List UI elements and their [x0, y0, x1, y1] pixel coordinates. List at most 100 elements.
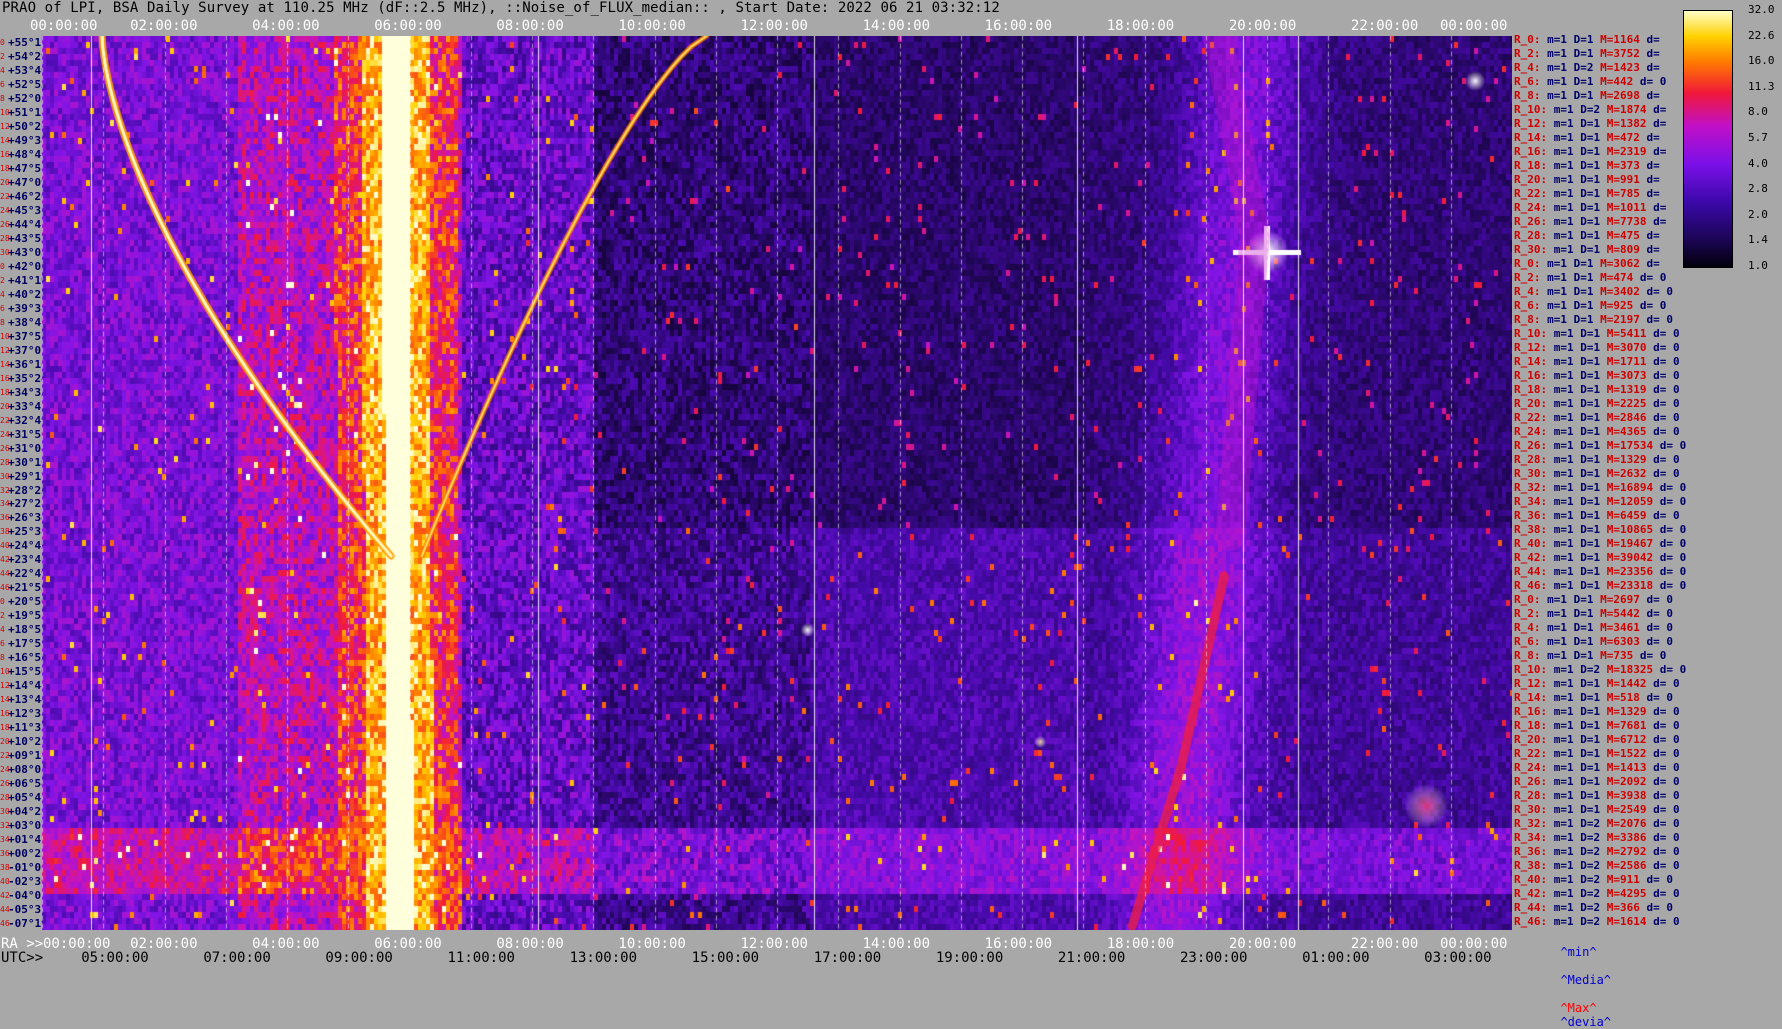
stats-M: M=373 [1606, 159, 1640, 172]
stats-dev: d= 0 [1653, 859, 1680, 872]
dec-index-label: 6 [0, 79, 5, 89]
stats-M: M=6712 [1606, 733, 1647, 746]
stats-d: D=2 [1580, 663, 1601, 676]
stats-m: m=1 [1553, 761, 1574, 774]
stats-M: M=2092 [1606, 775, 1647, 788]
stats-M: M=1164 [1600, 33, 1640, 46]
stats-M: M=4365 [1606, 425, 1647, 438]
stats-m: m=1 [1553, 859, 1574, 872]
colorbar-tick: 16.0 [1748, 54, 1775, 68]
colorbar-tick: 32.0 [1748, 3, 1775, 16]
footer-devia-label: ^devia^ [1560, 1015, 1612, 1029]
stats-row: R_2: m=1 D=1 M=3752 d= [1514, 48, 1660, 60]
colorbar-tick: 22.6 [1748, 28, 1775, 42]
stats-M: M=442 [1600, 75, 1634, 88]
stats-r: R_18: [1514, 159, 1548, 172]
utc-axis-tick: 21:00:00 [1057, 950, 1126, 966]
stats-m: m=1 [1553, 341, 1574, 354]
stats-d: D=1 [1573, 607, 1594, 620]
stats-dev: d= 0 [1653, 887, 1680, 900]
stats-m: m=1 [1547, 285, 1567, 298]
stats-r: R_26: [1514, 775, 1548, 788]
stats-d: D=2 [1580, 859, 1601, 872]
stats-r: R_24: [1514, 761, 1548, 774]
stats-row: R_6: m=1 D=1 M=442 d= 0 [1514, 76, 1666, 88]
dec-index-label: 2 [0, 275, 5, 285]
stats-M: M=991 [1606, 173, 1640, 186]
dec-index-label: 6 [0, 303, 5, 313]
stats-dev: d= 0 [1653, 341, 1680, 354]
stats-row: R_22: m=1 D=1 M=785 d= [1514, 188, 1660, 200]
utc-axis-tick: 11:00:00 [447, 950, 515, 966]
stats-r: R_18: [1514, 383, 1548, 396]
stats-m: m=1 [1553, 481, 1574, 494]
stats-dev: d= 0 [1653, 803, 1680, 816]
stats-d: D=2 [1580, 845, 1601, 858]
stats-row: R_30: m=1 D=1 M=2632 d= 0 [1514, 468, 1680, 480]
stats-m: m=1 [1553, 411, 1574, 424]
stats-dev: d= [1653, 215, 1667, 228]
stats-dev: d= [1646, 33, 1660, 46]
stats-r: R_26: [1514, 215, 1548, 228]
stats-M: M=18325 [1606, 663, 1654, 676]
stats-dev: d= [1646, 173, 1660, 186]
stats-row: R_10: m=1 D=1 M=5411 d= 0 [1514, 328, 1680, 340]
stats-d: D=1 [1573, 635, 1594, 648]
stats-M: M=19467 [1606, 537, 1654, 550]
heatmap-plot[interactable] [42, 36, 1512, 930]
stats-d: D=1 [1580, 229, 1601, 242]
stats-d: D=1 [1580, 187, 1601, 200]
stats-m: m=1 [1547, 257, 1567, 270]
stats-d: D=1 [1573, 33, 1594, 46]
stats-m: m=1 [1553, 173, 1574, 186]
stats-d: D=1 [1580, 131, 1601, 144]
stats-row: R_20: m=1 D=1 M=991 d= [1514, 174, 1660, 186]
stats-r: R_10: [1514, 327, 1548, 340]
stats-row: R_0: m=1 D=1 M=1164 d= [1514, 34, 1660, 46]
stats-M: M=475 [1606, 229, 1640, 242]
stats-m: m=1 [1553, 187, 1574, 200]
stats-r: R_20: [1514, 173, 1548, 186]
stats-M: M=1442 [1606, 677, 1647, 690]
stats-d: D=1 [1580, 481, 1601, 494]
stats-d: D=1 [1580, 719, 1601, 732]
stats-d: D=1 [1580, 565, 1601, 578]
stats-m: m=1 [1553, 873, 1574, 886]
stats-M: M=2549 [1606, 803, 1647, 816]
stats-d: D=1 [1573, 89, 1594, 102]
stats-dev: d= 0 [1653, 677, 1680, 690]
stats-d: D=1 [1580, 397, 1601, 410]
utc-axis-tick: 05:00:00 [81, 950, 149, 966]
stats-M: M=1423 [1600, 61, 1640, 74]
stats-row: R_42: m=1 D=2 M=4295 d= 0 [1514, 888, 1680, 900]
stats-M: M=809 [1606, 243, 1640, 256]
stats-d: D=1 [1573, 257, 1594, 270]
stats-row: R_44: m=1 D=2 M=366 d= 0 [1514, 902, 1673, 914]
stats-d: D=2 [1580, 103, 1601, 116]
stats-r: R_10: [1514, 663, 1548, 676]
stats-r: R_46: [1514, 579, 1548, 592]
stats-row: R_40: m=1 D=1 M=19467 d= 0 [1514, 538, 1686, 550]
stats-r: R_6: [1514, 299, 1541, 312]
stats-row: R_38: m=1 D=2 M=2586 d= 0 [1514, 860, 1680, 872]
stats-M: M=2197 [1600, 313, 1640, 326]
top-axis-tick: 14:00:00 [862, 18, 931, 34]
stats-m: m=1 [1553, 439, 1574, 452]
stats-r: R_40: [1514, 537, 1548, 550]
stats-dev: d= [1646, 89, 1660, 102]
stats-m: m=1 [1547, 593, 1567, 606]
dec-index-label: 4 [0, 65, 5, 75]
stats-r: R_2: [1514, 47, 1541, 60]
stats-row: R_38: m=1 D=1 M=10865 d= 0 [1514, 524, 1686, 536]
stats-row: R_24: m=1 D=1 M=1011 d= [1514, 202, 1666, 214]
stats-d: D=1 [1573, 621, 1594, 634]
top-axis-tick: 20:00:00 [1228, 18, 1297, 34]
stats-d: D=1 [1580, 509, 1601, 522]
utc-axis-tick: 15:00:00 [691, 950, 760, 966]
stats-row: R_22: m=1 D=1 M=1522 d= 0 [1514, 748, 1680, 760]
stats-row: R_8: m=1 D=1 M=2698 d= [1514, 90, 1660, 102]
stats-row: R_28: m=1 D=1 M=475 d= [1514, 230, 1660, 242]
top-axis-tick: 00:00:00 [30, 18, 98, 34]
stats-M: M=2792 [1606, 845, 1647, 858]
stats-d: D=1 [1580, 691, 1601, 704]
